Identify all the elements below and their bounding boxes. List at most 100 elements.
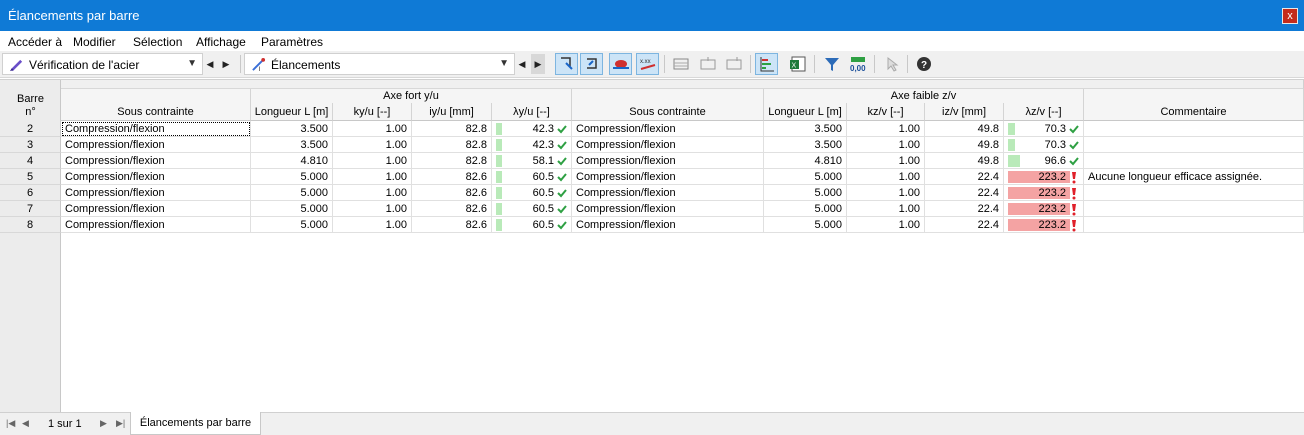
constraint-cell[interactable]: Compression/flexion — [61, 217, 251, 233]
length-cell[interactable]: 5.000 — [251, 201, 333, 217]
prev-result-button[interactable]: ◀ — [515, 54, 529, 74]
slenderness-z-cell[interactable]: 70.3 — [1004, 121, 1084, 137]
k-cell[interactable]: 1.00 — [333, 185, 412, 201]
close-button[interactable]: x — [1282, 8, 1298, 24]
k-cell[interactable]: 1.00 — [333, 153, 412, 169]
slenderness-y-cell[interactable]: 60.5 — [492, 185, 572, 201]
constraint-cell[interactable]: Compression/flexion — [61, 185, 251, 201]
constraint-cell[interactable]: Compression/flexion — [572, 185, 764, 201]
comment-cell[interactable] — [1084, 137, 1304, 153]
table-icon[interactable] — [669, 53, 692, 75]
slenderness-z-cell[interactable]: 96.6 — [1004, 153, 1084, 169]
next-result-button[interactable]: ▶ — [531, 54, 545, 74]
slenderness-y-cell[interactable]: 42.3 — [492, 121, 572, 137]
radius-cell[interactable]: 82.8 — [412, 137, 492, 153]
radius-cell[interactable]: 22.4 — [925, 201, 1004, 217]
k-cell[interactable]: 1.00 — [847, 217, 925, 233]
help-icon[interactable]: ? — [912, 53, 935, 75]
constraint-cell[interactable]: Compression/flexion — [572, 153, 764, 169]
constraint-cell[interactable]: Compression/flexion — [61, 153, 251, 169]
pointer-icon[interactable] — [880, 53, 903, 75]
radius-cell[interactable]: 49.8 — [925, 121, 1004, 137]
decimals-icon[interactable]: 0,00 — [846, 53, 869, 75]
slenderness-y-cell[interactable]: 60.5 — [492, 201, 572, 217]
constraint-cell[interactable]: Compression/flexion — [572, 217, 764, 233]
length-cell[interactable]: 5.000 — [764, 169, 847, 185]
k-cell[interactable]: 1.00 — [847, 153, 925, 169]
comment-cell[interactable] — [1084, 185, 1304, 201]
radius-cell[interactable]: 82.6 — [412, 185, 492, 201]
length-cell[interactable]: 3.500 — [764, 137, 847, 153]
table-append-icon[interactable] — [722, 53, 745, 75]
length-cell[interactable]: 3.500 — [764, 121, 847, 137]
tab-elancements-par-barre[interactable]: Élancements par barre — [130, 412, 261, 435]
radius-cell[interactable]: 82.6 — [412, 169, 492, 185]
menu-parametres[interactable]: Paramètres — [261, 35, 323, 49]
length-cell[interactable]: 3.500 — [251, 121, 333, 137]
show-values-icon[interactable]: x.xx — [636, 53, 659, 75]
last-page-icon[interactable]: ▶| — [116, 418, 125, 429]
constraint-cell[interactable]: Compression/flexion — [572, 137, 764, 153]
slenderness-y-cell[interactable]: 60.5 — [492, 217, 572, 233]
comment-cell[interactable] — [1084, 201, 1304, 217]
menu-modifier[interactable]: Modifier — [73, 35, 116, 49]
radius-cell[interactable]: 82.8 — [412, 153, 492, 169]
k-cell[interactable]: 1.00 — [333, 169, 412, 185]
constraint-cell[interactable]: Compression/flexion — [572, 169, 764, 185]
menu-selection[interactable]: Sélection — [133, 35, 182, 49]
comment-cell[interactable] — [1084, 153, 1304, 169]
length-cell[interactable]: 5.000 — [251, 217, 333, 233]
k-cell[interactable]: 1.00 — [847, 185, 925, 201]
radius-cell[interactable]: 82.6 — [412, 201, 492, 217]
length-cell[interactable]: 4.810 — [764, 153, 847, 169]
member-select-icon[interactable] — [555, 53, 578, 75]
k-cell[interactable]: 1.00 — [333, 217, 412, 233]
slenderness-z-cell[interactable]: 223.2 — [1004, 169, 1084, 185]
length-cell[interactable]: 5.000 — [764, 217, 847, 233]
module-combo[interactable]: Vérification de l'acier ▼ — [2, 53, 203, 75]
radius-cell[interactable]: 22.4 — [925, 185, 1004, 201]
length-cell[interactable]: 5.000 — [764, 201, 847, 217]
k-cell[interactable]: 1.00 — [847, 121, 925, 137]
first-page-icon[interactable]: |◀ — [6, 418, 15, 429]
member-sets-icon[interactable] — [580, 53, 603, 75]
length-cell[interactable]: 5.000 — [764, 185, 847, 201]
show-result-icon[interactable] — [609, 53, 632, 75]
k-cell[interactable]: 1.00 — [847, 137, 925, 153]
prev-module-button[interactable]: ◀ — [203, 54, 217, 74]
slenderness-z-cell[interactable]: 70.3 — [1004, 137, 1084, 153]
k-cell[interactable]: 1.00 — [333, 201, 412, 217]
next-page-icon[interactable]: ▶ — [100, 418, 107, 429]
slenderness-z-cell[interactable]: 223.2 — [1004, 201, 1084, 217]
menu-acceder[interactable]: Accéder à — [8, 35, 62, 49]
length-cell[interactable]: 5.000 — [251, 169, 333, 185]
filter-icon[interactable] — [820, 53, 843, 75]
k-cell[interactable]: 1.00 — [333, 137, 412, 153]
constraint-cell[interactable]: Compression/flexion — [572, 121, 764, 137]
radius-cell[interactable]: 49.8 — [925, 137, 1004, 153]
radius-cell[interactable]: 82.6 — [412, 217, 492, 233]
constraint-cell[interactable]: Compression/flexion — [572, 201, 764, 217]
k-cell[interactable]: 1.00 — [847, 201, 925, 217]
prev-page-icon[interactable]: ◀ — [22, 418, 29, 429]
comment-cell[interactable] — [1084, 217, 1304, 233]
length-cell[interactable]: 5.000 — [251, 185, 333, 201]
slenderness-y-cell[interactable]: 58.1 — [492, 153, 572, 169]
length-cell[interactable]: 4.810 — [251, 153, 333, 169]
slenderness-y-cell[interactable]: 60.5 — [492, 169, 572, 185]
radius-cell[interactable]: 22.4 — [925, 217, 1004, 233]
radius-cell[interactable]: 82.8 — [412, 121, 492, 137]
comment-cell[interactable] — [1084, 121, 1304, 137]
radius-cell[interactable]: 49.8 — [925, 153, 1004, 169]
comment-cell[interactable]: Aucune longueur efficace assignée. — [1084, 169, 1304, 185]
constraint-cell[interactable]: Compression/flexion — [61, 137, 251, 153]
menu-affichage[interactable]: Affichage — [196, 35, 246, 49]
result-combo[interactable]: I Élancements ▼ — [244, 53, 515, 75]
constraint-cell[interactable]: Compression/flexion — [61, 201, 251, 217]
k-cell[interactable]: 1.00 — [333, 121, 412, 137]
table-insert-icon[interactable] — [696, 53, 719, 75]
slenderness-z-cell[interactable]: 223.2 — [1004, 217, 1084, 233]
constraint-cell[interactable]: Compression/flexion — [61, 121, 251, 137]
slenderness-y-cell[interactable]: 42.3 — [492, 137, 572, 153]
bar-chart-icon[interactable] — [755, 53, 778, 75]
